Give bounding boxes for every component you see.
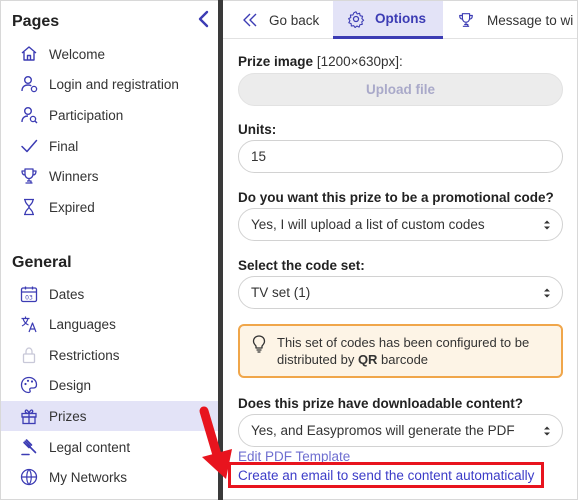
code-set-select-value: TV set (1) [251,285,311,300]
prize-image-label: Prize image [1200×630px]: [238,54,403,69]
sidebar-item-design[interactable]: Design [1,370,218,400]
sidebar-item-label: Legal content [49,439,131,455]
trophy-icon [457,11,475,29]
prize-image-size-hint: [1200×630px]: [316,54,403,69]
user-login-icon [19,74,39,94]
gift-icon [19,406,39,426]
sidebar-item-label: Participation [49,107,124,123]
tab-bar: Go back Options Message to wi [223,1,577,39]
lock-icon [19,345,39,365]
prize-options-form: Prize image [1200×630px]: Upload file Un… [223,40,577,499]
general-section-title: General [12,254,72,271]
qr-distribution-notice: This set of codes has been configured to… [238,324,563,378]
sidebar-item-welcome[interactable]: Welcome [1,39,218,69]
annotation-arrow-icon [199,406,232,479]
downloadable-content-select-value: Yes, and Easypromos will generate the PD… [251,423,515,438]
sidebar-item-languages[interactable]: Languages [1,309,218,339]
units-input[interactable]: 15 [238,140,563,173]
home-icon [19,44,39,64]
promo-code-select[interactable]: Yes, I will upload a list of custom code… [238,208,563,241]
notice-text: This set of codes has been configured to… [277,335,530,367]
promo-code-question-label: Do you want this prize to be a promotion… [238,190,554,205]
select-arrows-icon [544,426,550,436]
qr-emphasis: QR [357,352,378,367]
sidebar-item-expired[interactable]: Expired [1,192,218,222]
pages-section-title: Pages [12,13,60,30]
tab-message-to-winners[interactable]: Message to wi [457,1,577,39]
units-label: Units: [238,122,277,137]
code-set-select[interactable]: TV set (1) [238,276,563,309]
user-search-icon [19,105,39,125]
tab-label: Go back [269,12,320,28]
annotation-highlight-box [228,462,544,488]
sidebar-item-label: Login and registration [49,76,179,92]
tab-options[interactable]: Options [333,1,443,39]
sidebar-item-label: Final [49,138,79,154]
sidebar-item-label: Dates [49,286,85,302]
sidebar-item-label: Expired [49,199,95,215]
select-arrows-icon [544,288,550,298]
sidebar-item-participation[interactable]: Participation [1,100,218,130]
sidebar-item-restrictions[interactable]: Restrictions [1,340,218,370]
checkmark-icon [19,136,39,156]
lightbulb-icon [252,335,266,353]
sidebar-item-label: Welcome [49,46,106,62]
globe-icon [19,467,39,487]
collapse-sidebar-chevron-icon[interactable] [194,9,214,29]
upload-file-button[interactable]: Upload file [238,73,563,106]
palette-icon [19,375,39,395]
sidebar-item-label: My Networks [49,469,128,485]
trophy-icon [19,166,39,186]
downloadable-content-label: Does this prize have downloadable conten… [238,396,524,411]
double-chevron-left-icon [241,11,259,29]
gavel-icon [19,437,39,457]
translate-icon [19,314,39,334]
sidebar-item-winners[interactable]: Winners [1,161,218,191]
svg-text:03: 03 [25,295,33,302]
sidebar-item-label: Restrictions [49,347,120,363]
gear-icon [347,10,365,28]
sidebar-item-label: Design [49,377,92,393]
tab-go-back[interactable]: Go back [223,1,330,39]
sidebar-item-label: Languages [49,316,116,332]
code-set-label: Select the code set: [238,258,365,273]
sidebar-item-final[interactable]: Final [1,131,218,161]
sidebar-item-login-registration[interactable]: Login and registration [1,69,218,99]
calendar-icon: 03 [19,284,39,304]
select-arrows-icon [544,220,550,230]
sidebar-item-label: Winners [49,168,99,184]
promo-code-select-value: Yes, I will upload a list of custom code… [251,217,485,232]
downloadable-content-select[interactable]: Yes, and Easypromos will generate the PD… [238,414,563,447]
tab-label: Options [375,11,426,26]
hourglass-icon [19,197,39,217]
tab-label: Message to wi [487,12,574,28]
sidebar-item-dates[interactable]: 03 Dates [1,279,218,309]
sidebar-item-label: Prizes [49,408,87,424]
